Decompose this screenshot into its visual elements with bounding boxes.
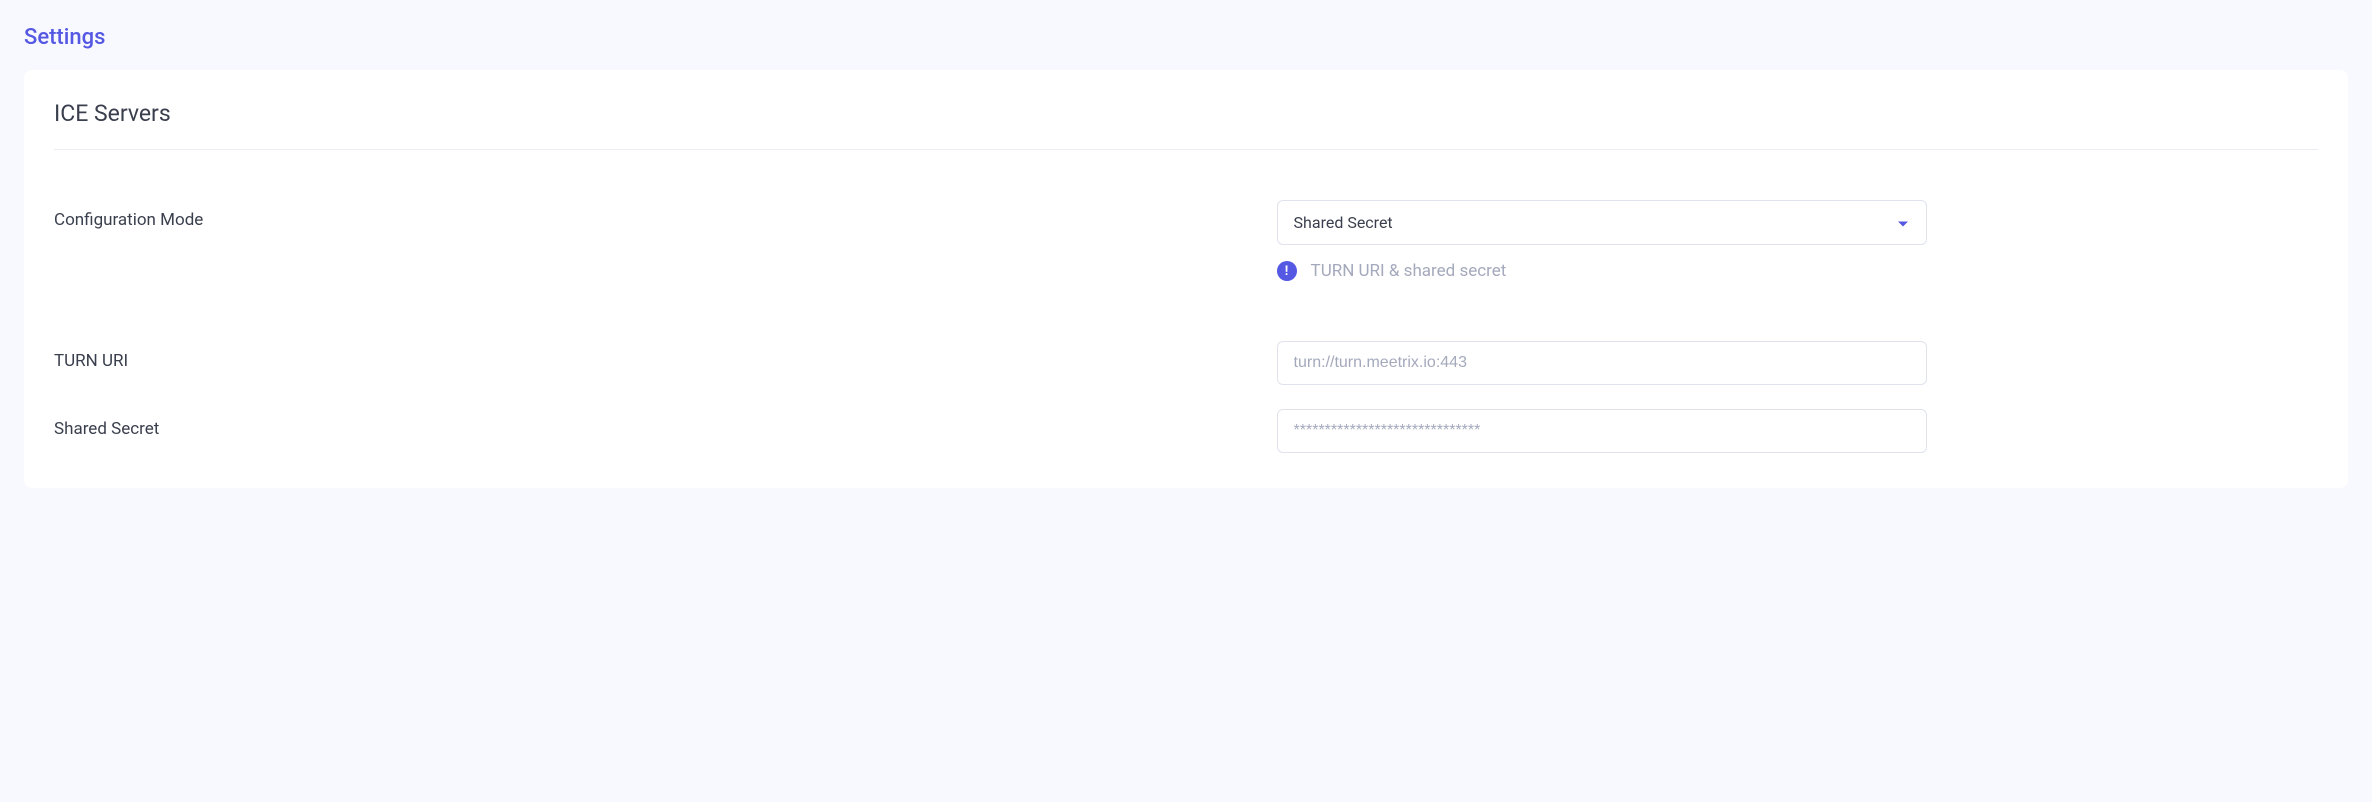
shared-secret-label: Shared Secret [54,409,1277,439]
turn-uri-input[interactable] [1277,341,1927,385]
configuration-mode-label: Configuration Mode [54,200,1277,230]
turn-uri-label: TURN URI [54,341,1277,371]
configuration-mode-helper: TURN URI & shared secret [1311,261,1507,281]
shared-secret-control [1277,409,1927,453]
configuration-mode-control: Shared Secret ! TURN URI & shared secret [1277,200,1927,281]
shared-secret-input[interactable] [1277,409,1927,453]
info-icon: ! [1277,261,1297,281]
page-title: Settings [0,20,2372,70]
configuration-mode-helper-row: ! TURN URI & shared secret [1277,261,1927,281]
turn-uri-row: TURN URI [54,341,2318,385]
settings-card: ICE Servers Configuration Mode Shared Se… [24,70,2348,488]
turn-uri-control [1277,341,1927,385]
shared-secret-row: Shared Secret [54,409,2318,453]
configuration-mode-select[interactable]: Shared Secret [1277,200,1927,245]
section-title: ICE Servers [54,100,2318,150]
configuration-mode-row: Configuration Mode Shared Secret ! TURN … [54,200,2318,281]
configuration-mode-select-wrapper: Shared Secret [1277,200,1927,245]
